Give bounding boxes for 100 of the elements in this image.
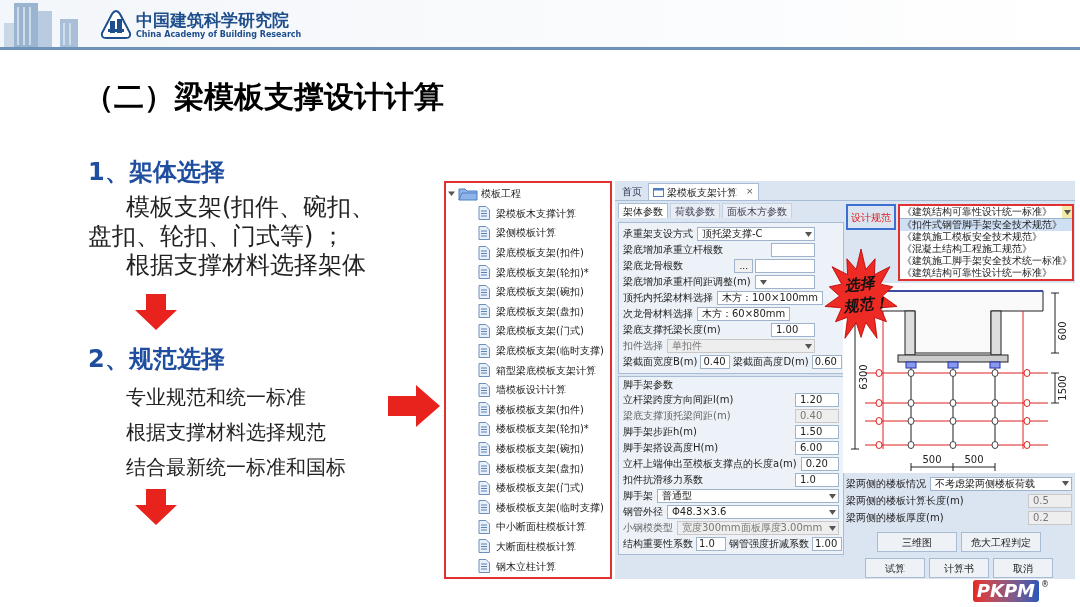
dropdown[interactable]: 顶托梁支撑-C xyxy=(697,227,815,241)
down-arrow-icon xyxy=(135,489,177,525)
dimension-label: 600 xyxy=(1057,321,1068,341)
field-label: 脚手架搭设高度H(m) xyxy=(623,442,719,454)
field-label: 立杆梁跨度方向间距l(m) xyxy=(623,394,734,406)
caret-icon xyxy=(1062,481,1069,486)
document-icon xyxy=(478,559,490,574)
field-label: 钢管外径 xyxy=(623,506,663,518)
field-label: 次龙骨材料选择 xyxy=(623,308,693,320)
document-icon xyxy=(478,284,490,299)
document-icon xyxy=(478,539,490,554)
tree-item[interactable]: 梁底模板支架(碗扣) xyxy=(446,281,610,302)
tree-item[interactable]: 楼板模板支架(扣件) xyxy=(446,399,610,420)
document-icon xyxy=(478,500,490,515)
document-icon xyxy=(478,461,490,476)
text-field[interactable]: 木方：60×80mm xyxy=(697,307,791,321)
field-label: 梁底增加承重杆间距调整(m) xyxy=(623,276,751,288)
browse-button[interactable]: ... xyxy=(734,259,753,273)
text-field[interactable]: 0.40 xyxy=(700,355,731,369)
tree-item[interactable]: 楼板模板支架(临时支撑) xyxy=(446,497,610,518)
text-field[interactable]: 1.00 xyxy=(771,323,815,337)
field-label: 小钢模类型 xyxy=(623,522,673,534)
action-button[interactable]: 三维图 xyxy=(877,532,957,552)
field-label: 结构重要性系数 xyxy=(623,538,693,550)
document-icon xyxy=(478,441,490,456)
document-icon xyxy=(478,206,490,221)
body-text: 根据支撑材料选择架体 xyxy=(125,251,367,280)
panel-title: 脚手架参数 xyxy=(623,378,674,392)
document-icon xyxy=(478,480,490,495)
tree-item[interactable]: 梁侧模板计算 xyxy=(446,223,610,243)
text-field[interactable]: 1.0 xyxy=(795,473,839,487)
dropdown-option[interactable]: 《扣件式钢管脚手架安全技术规范》 xyxy=(900,219,1072,231)
window-icon xyxy=(653,187,664,197)
tab[interactable]: 架体参数 xyxy=(618,203,668,218)
field-label: 梁底龙骨根数 xyxy=(623,260,683,272)
body-text: 结合最新统一标准和国标 xyxy=(126,454,346,481)
field-label: 脚手架步距h(m) xyxy=(623,426,697,438)
document-icon xyxy=(478,226,490,240)
tab[interactable]: 面板木方参数 xyxy=(722,203,792,218)
tab[interactable]: 首页 xyxy=(618,183,646,200)
tree-item[interactable]: 大断面柱模板计算 xyxy=(446,536,610,557)
tree-item[interactable]: 梁底模板支架(盘扣) xyxy=(446,301,610,322)
expand-caret-icon xyxy=(448,190,455,198)
field-label: 梁两侧的楼板厚度(m) xyxy=(846,511,944,524)
tab[interactable]: 梁模板支架计算 × xyxy=(648,183,759,200)
text-field[interactable]: 1.00 xyxy=(812,537,842,551)
field-label: 梁两侧的楼板情况 xyxy=(846,477,926,490)
tree-item[interactable]: 中小断面柱模板计算 xyxy=(446,517,610,537)
action-button[interactable]: 危大工程判定 xyxy=(961,532,1041,552)
tree-item[interactable]: 箱型梁底模板支架计算 xyxy=(446,360,610,380)
caret-icon xyxy=(805,231,812,237)
tab[interactable]: 荷载参数 xyxy=(670,203,720,218)
tree-item[interactable]: 梁底模板支架(临时支撑) xyxy=(446,340,610,361)
down-arrow-icon xyxy=(135,294,177,330)
document-icon xyxy=(478,402,490,417)
dropdown[interactable]: Φ48.3×3.6 xyxy=(667,505,839,519)
caret-icon xyxy=(759,279,767,285)
folder-icon xyxy=(458,186,478,201)
caret-icon xyxy=(805,343,812,349)
tree-item[interactable]: 模板工程 xyxy=(446,184,610,204)
dropdown[interactable]: 不考虑梁两侧楼板荷载 xyxy=(930,476,1072,491)
action-button[interactable]: 取消 xyxy=(993,558,1053,578)
field-label: 梁截面宽度B(m) xyxy=(623,356,698,368)
dropdown[interactable] xyxy=(754,275,815,289)
body-text: 专业规范和统一标准 xyxy=(126,384,306,411)
close-button[interactable]: × xyxy=(746,185,754,199)
action-button[interactable]: 试算 xyxy=(865,558,925,578)
tree-item[interactable]: 梁模板木支撑计算 xyxy=(446,203,610,224)
callout-text: 选择 规范！ xyxy=(841,272,890,318)
field-label: 立杆上端伸出至模板支撑点的长度a(m) xyxy=(623,458,797,470)
field-label: 梁底支撑顶托梁间距(m) xyxy=(623,410,731,422)
text-field[interactable]: 木方：100×100mm xyxy=(717,291,824,305)
tree-item[interactable]: 楼板模板支架(盘扣) xyxy=(446,458,610,478)
tree-item[interactable]: 梁底模板支架(门式) xyxy=(446,321,610,341)
field-label: 梁截面高度D(m) xyxy=(733,356,809,368)
tree-item[interactable]: 梁底模板支架(轮扣)* xyxy=(446,262,610,282)
text-field[interactable]: 1.0 xyxy=(696,537,726,551)
caret-icon xyxy=(1063,209,1071,215)
section-label: 设计规范 xyxy=(846,204,896,230)
text-field[interactable]: 1.50 xyxy=(795,425,839,439)
tree-item[interactable]: 楼板模板支架(碗扣) xyxy=(446,438,610,459)
document-icon xyxy=(478,421,490,436)
field-label: 梁底支撑托梁长度(m) xyxy=(623,324,721,336)
field-label: 钢管强度折减系数 xyxy=(729,538,809,550)
text-field[interactable] xyxy=(755,259,815,273)
text-field[interactable]: 1.20 xyxy=(795,393,839,407)
text-field[interactable]: 0.60 xyxy=(811,355,842,369)
tree-item[interactable]: 梁底模板支架(扣件) xyxy=(446,242,610,263)
caret-icon xyxy=(829,525,836,531)
action-button[interactable]: 计算书 xyxy=(929,558,989,578)
text-field[interactable] xyxy=(771,243,815,257)
right-arrow-icon xyxy=(388,385,440,427)
text-field[interactable]: 0.20 xyxy=(800,457,839,471)
tree-item[interactable]: 钢木立柱计算 xyxy=(446,556,610,576)
text-field[interactable]: 6.00 xyxy=(795,441,839,455)
dropdown[interactable]: 普通型 xyxy=(657,489,839,503)
tree-item[interactable]: 墙模板设计计算 xyxy=(446,379,610,400)
brand-logo: PKPM xyxy=(972,580,1039,602)
tree-item[interactable]: 楼板模板支架(轮扣)* xyxy=(446,419,610,439)
tree-item[interactable]: 楼板模板支架(门式) xyxy=(446,477,610,498)
